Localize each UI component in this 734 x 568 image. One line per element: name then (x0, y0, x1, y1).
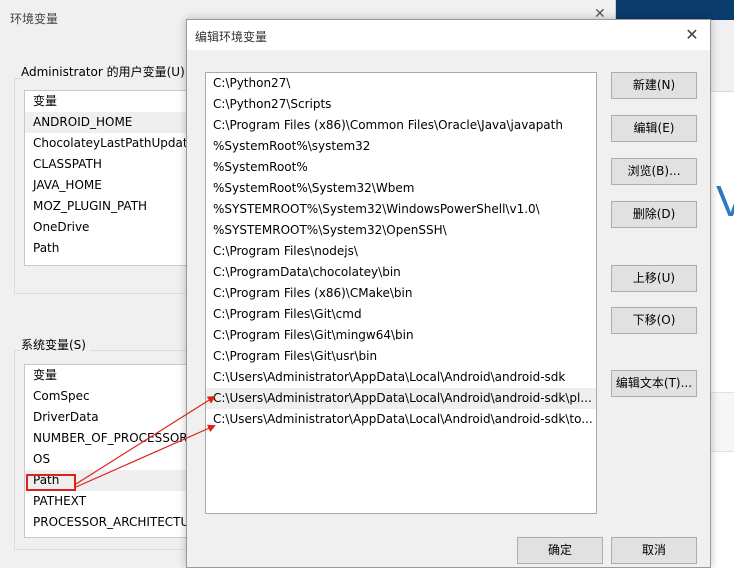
path-entry[interactable]: C:\Program Files (x86)\CMake\bin (206, 283, 596, 304)
dialog-titlebar: 编辑环境变量 ✕ (187, 20, 710, 50)
ok-button[interactable]: 确定 (517, 537, 603, 564)
edit-button[interactable]: 编辑(E) (611, 115, 697, 142)
list-item[interactable]: ANDROID_HOME (25, 112, 193, 133)
list-item[interactable]: NUMBER_OF_PROCESSORS (25, 428, 193, 449)
path-entry[interactable]: %SYSTEMROOT%\System32\WindowsPowerShell\… (206, 199, 596, 220)
dialog-title: 编辑环境变量 (195, 30, 268, 44)
move-down-button[interactable]: 下移(O) (611, 307, 697, 334)
user-variables-label: Administrator 的用户变量(U) (21, 63, 189, 80)
path-entry[interactable]: %SystemRoot%\System32\Wbem (206, 178, 596, 199)
list-item[interactable]: ComSpec (25, 386, 193, 407)
list-item[interactable]: PROCESSOR_ARCHITECTURE (25, 512, 193, 533)
new-button[interactable]: 新建(N) (611, 72, 697, 99)
browse-button[interactable]: 浏览(B)... (611, 158, 697, 185)
path-entry[interactable]: C:\Python27\ (206, 73, 596, 94)
system-variables-label: 系统变量(S) (21, 336, 90, 353)
path-entries-list[interactable]: C:\Python27\ C:\Python27\Scripts C:\Prog… (205, 72, 597, 514)
edit-text-button[interactable]: 编辑文本(T)... (611, 370, 697, 397)
path-entry[interactable]: C:\Program Files\nodejs\ (206, 241, 596, 262)
annotation-highlight-box (26, 474, 76, 491)
list-item[interactable]: CLASSPATH (25, 154, 193, 175)
list-item[interactable]: Path (25, 238, 193, 259)
path-entry[interactable]: C:\Python27\Scripts (206, 94, 596, 115)
variable-column-header[interactable]: 变量 (25, 365, 193, 386)
list-item[interactable]: DriverData (25, 407, 193, 428)
path-entry[interactable]: C:\Users\Administrator\AppData\Local\And… (206, 367, 596, 388)
path-entry[interactable]: C:\Program Files\Git\usr\bin (206, 346, 596, 367)
path-entry[interactable]: %SYSTEMROOT%\System32\OpenSSH\ (206, 220, 596, 241)
edit-environment-variable-dialog: 编辑环境变量 ✕ C:\Python27\ C:\Python27\Script… (186, 19, 711, 568)
list-item[interactable]: JAVA_HOME (25, 175, 193, 196)
window-title: 环境变量 (10, 12, 59, 26)
list-item[interactable]: PATHEXT (25, 491, 193, 512)
path-entry[interactable]: C:\Users\Administrator\AppData\Local\And… (206, 409, 596, 430)
list-item[interactable]: OS (25, 449, 193, 470)
system-variables-list[interactable]: 变量 ComSpec DriverData NUMBER_OF_PROCESSO… (24, 364, 194, 538)
path-entry[interactable]: %SystemRoot% (206, 157, 596, 178)
path-entry[interactable]: %SystemRoot%\system32 (206, 136, 596, 157)
move-up-button[interactable]: 上移(U) (611, 265, 697, 292)
close-icon[interactable]: ✕ (682, 25, 702, 45)
path-entry[interactable]: C:\Program Files (x86)\Common Files\Orac… (206, 115, 596, 136)
background-titlebar (616, 0, 734, 20)
list-item[interactable]: ChocolateyLastPathUpdate (25, 133, 193, 154)
list-item[interactable]: OneDrive (25, 217, 193, 238)
user-variables-list[interactable]: 变量 ANDROID_HOME ChocolateyLastPathUpdate… (24, 90, 194, 266)
path-entry-highlighted[interactable]: C:\Users\Administrator\AppData\Local\And… (206, 388, 596, 409)
path-entry[interactable]: C:\Program Files\Git\cmd (206, 304, 596, 325)
path-entry[interactable]: C:\Program Files\Git\mingw64\bin (206, 325, 596, 346)
delete-button[interactable]: 删除(D) (611, 201, 697, 228)
background-glyph: V (716, 177, 734, 226)
list-item[interactable]: MOZ_PLUGIN_PATH (25, 196, 193, 217)
variable-column-header[interactable]: 变量 (25, 91, 193, 112)
path-entry[interactable]: C:\ProgramData\chocolatey\bin (206, 262, 596, 283)
cancel-button[interactable]: 取消 (611, 537, 697, 564)
